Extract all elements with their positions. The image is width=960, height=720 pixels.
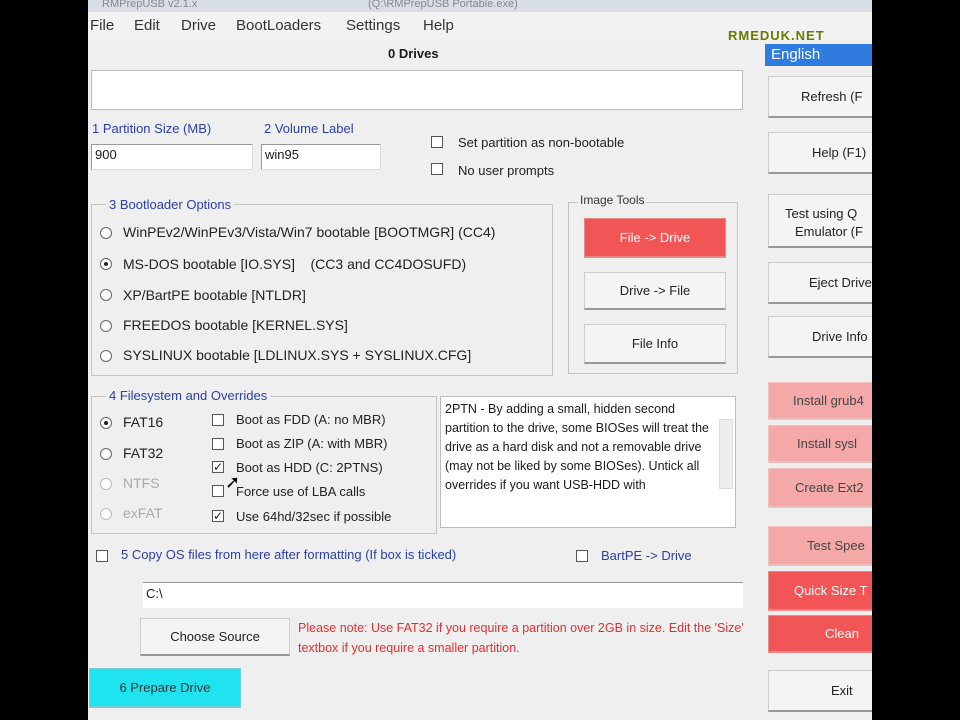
rmprepusb-window: RMPrepUSB v2.1.x (Q:\RMPrepUSB Portable.… bbox=[88, 0, 872, 720]
fs-label-fat16: FAT16 bbox=[123, 414, 164, 430]
bartpe-checkbox[interactable] bbox=[576, 550, 588, 562]
window-title: RMPrepUSB v2.1.x bbox=[102, 0, 198, 10]
override-lba-checkbox[interactable] bbox=[212, 485, 224, 497]
override-zip-label: Boot as ZIP (A: with MBR) bbox=[236, 436, 388, 451]
menu-edit[interactable]: Edit bbox=[134, 17, 160, 34]
language-select[interactable]: English bbox=[765, 44, 872, 66]
menu-file[interactable]: File bbox=[90, 17, 114, 34]
bootloader-radio-msdos[interactable] bbox=[100, 258, 112, 270]
override-zip-checkbox[interactable] bbox=[212, 438, 224, 450]
fs-radio-exfat bbox=[100, 508, 112, 520]
test-speed-button[interactable]: Test Spee bbox=[768, 526, 872, 566]
bootloader-radio-ntldr[interactable] bbox=[100, 289, 112, 301]
prepare-drive-button[interactable]: 6 Prepare Drive bbox=[89, 668, 241, 708]
test-qemu-button[interactable]: Test using Q Emulator (F bbox=[768, 194, 872, 248]
drive-info-button[interactable]: Drive Info bbox=[768, 316, 872, 358]
test-qemu-line1: Test using Q bbox=[785, 206, 858, 221]
volume-label-input[interactable]: win95 bbox=[261, 144, 381, 170]
mouse-cursor-icon: ➚ bbox=[225, 472, 241, 492]
copy-os-label: 5 Copy OS files from here after formatti… bbox=[121, 547, 457, 562]
override-description-text: 2PTN - By adding a small, hidden second … bbox=[445, 402, 710, 492]
fat32-note: Please note: Use FAT32 if you require a … bbox=[298, 621, 744, 655]
override-fdd-checkbox[interactable] bbox=[212, 414, 224, 426]
non-bootable-label: Set partition as non-bootable bbox=[458, 135, 625, 150]
bootloader-option-ntldr: XP/BartPE bootable [NTLDR] bbox=[123, 287, 306, 303]
refresh-button[interactable]: Refresh (F bbox=[768, 76, 872, 118]
fs-label-ntfs: NTFS bbox=[123, 475, 160, 491]
bootloader-option-bootmgr: WinPEv2/WinPEv3/Vista/Win7 bootable [BOO… bbox=[123, 224, 496, 240]
partition-size-input[interactable]: 900 bbox=[91, 144, 253, 170]
drive-to-file-button[interactable]: Drive -> File bbox=[584, 272, 726, 310]
install-grub4dos-button[interactable]: Install grub4 bbox=[768, 382, 872, 420]
bootloader-title: 3 Bootloader Options bbox=[106, 197, 235, 212]
menu-bootloaders[interactable]: BootLoaders bbox=[236, 17, 321, 34]
override-description: 2PTN - By adding a small, hidden second … bbox=[440, 396, 736, 528]
non-bootable-checkbox[interactable] bbox=[431, 136, 443, 148]
image-tools-title: Image Tools bbox=[578, 193, 647, 207]
partition-size-label: 1 Partition Size (MB) bbox=[92, 121, 212, 136]
quick-size-test-button[interactable]: Quick Size T bbox=[768, 571, 872, 611]
menu-help[interactable]: Help bbox=[423, 17, 454, 34]
volume-label-label: 2 Volume Label bbox=[264, 121, 354, 136]
site-logo: RMEDUK.NET bbox=[728, 28, 825, 43]
filesystem-title: 4 Filesystem and Overrides bbox=[106, 388, 271, 403]
override-hdd-label: Boot as HDD (C: 2PTNS) bbox=[236, 460, 383, 475]
help-button[interactable]: Help (F1) bbox=[768, 132, 872, 174]
no-prompts-checkbox[interactable] bbox=[431, 163, 443, 175]
fs-radio-fat32[interactable] bbox=[100, 448, 112, 460]
source-path-input[interactable]: C:\ bbox=[143, 582, 743, 608]
bartpe-label: BartPE -> Drive bbox=[601, 548, 692, 563]
clean-button[interactable]: Clean bbox=[768, 615, 872, 653]
override-fdd-label: Boot as FDD (A: no MBR) bbox=[236, 412, 386, 427]
bootloader-option-msdos: MS-DOS bootable [IO.SYS] (CC3 and CC4DOS… bbox=[123, 256, 467, 272]
fs-label-fat32: FAT32 bbox=[123, 445, 164, 461]
file-info-button[interactable]: File Info bbox=[584, 324, 726, 364]
bootloader-option-freedos: FREEDOS bootable [KERNEL.SYS] bbox=[123, 317, 348, 333]
override-64hd-checkbox[interactable]: ✓ bbox=[212, 510, 224, 522]
drive-list[interactable] bbox=[91, 70, 743, 110]
test-qemu-line2: Emulator (F bbox=[795, 224, 863, 239]
bootloader-radio-syslinux[interactable] bbox=[100, 350, 112, 362]
window-path: (Q:\RMPrepUSB Portable.exe) bbox=[368, 0, 518, 10]
bootloader-radio-bootmgr[interactable] bbox=[100, 227, 112, 239]
menu-settings[interactable]: Settings bbox=[346, 17, 400, 34]
bootloader-radio-freedos[interactable] bbox=[100, 320, 112, 332]
fs-radio-ntfs bbox=[100, 478, 112, 490]
description-scrollbar[interactable] bbox=[719, 419, 733, 489]
exit-button[interactable]: Exit bbox=[768, 670, 872, 712]
override-64hd-label: Use 64hd/32sec if possible bbox=[236, 509, 392, 524]
choose-source-button[interactable]: Choose Source bbox=[140, 618, 290, 656]
no-prompts-label: No user prompts bbox=[458, 163, 555, 178]
menu-drive[interactable]: Drive bbox=[181, 17, 216, 34]
fs-label-exfat: exFAT bbox=[123, 505, 163, 521]
copy-os-checkbox[interactable] bbox=[96, 550, 108, 562]
override-hdd-checkbox[interactable]: ✓ bbox=[212, 461, 224, 473]
install-syslinux-button[interactable]: Install sysl bbox=[768, 425, 872, 463]
file-to-drive-button[interactable]: File -> Drive bbox=[584, 218, 726, 258]
drives-title: 0 Drives bbox=[388, 46, 439, 61]
create-ext2-button[interactable]: Create Ext2 bbox=[768, 468, 872, 508]
bootloader-option-syslinux: SYSLINUX bootable [LDLINUX.SYS + SYSLINU… bbox=[123, 347, 472, 363]
fs-radio-fat16[interactable] bbox=[100, 417, 112, 429]
override-lba-label: Force use of LBA calls bbox=[236, 484, 366, 499]
title-bar: RMPrepUSB v2.1.x (Q:\RMPrepUSB Portable.… bbox=[88, 0, 872, 12]
eject-drive-button[interactable]: Eject Drive bbox=[768, 262, 872, 304]
